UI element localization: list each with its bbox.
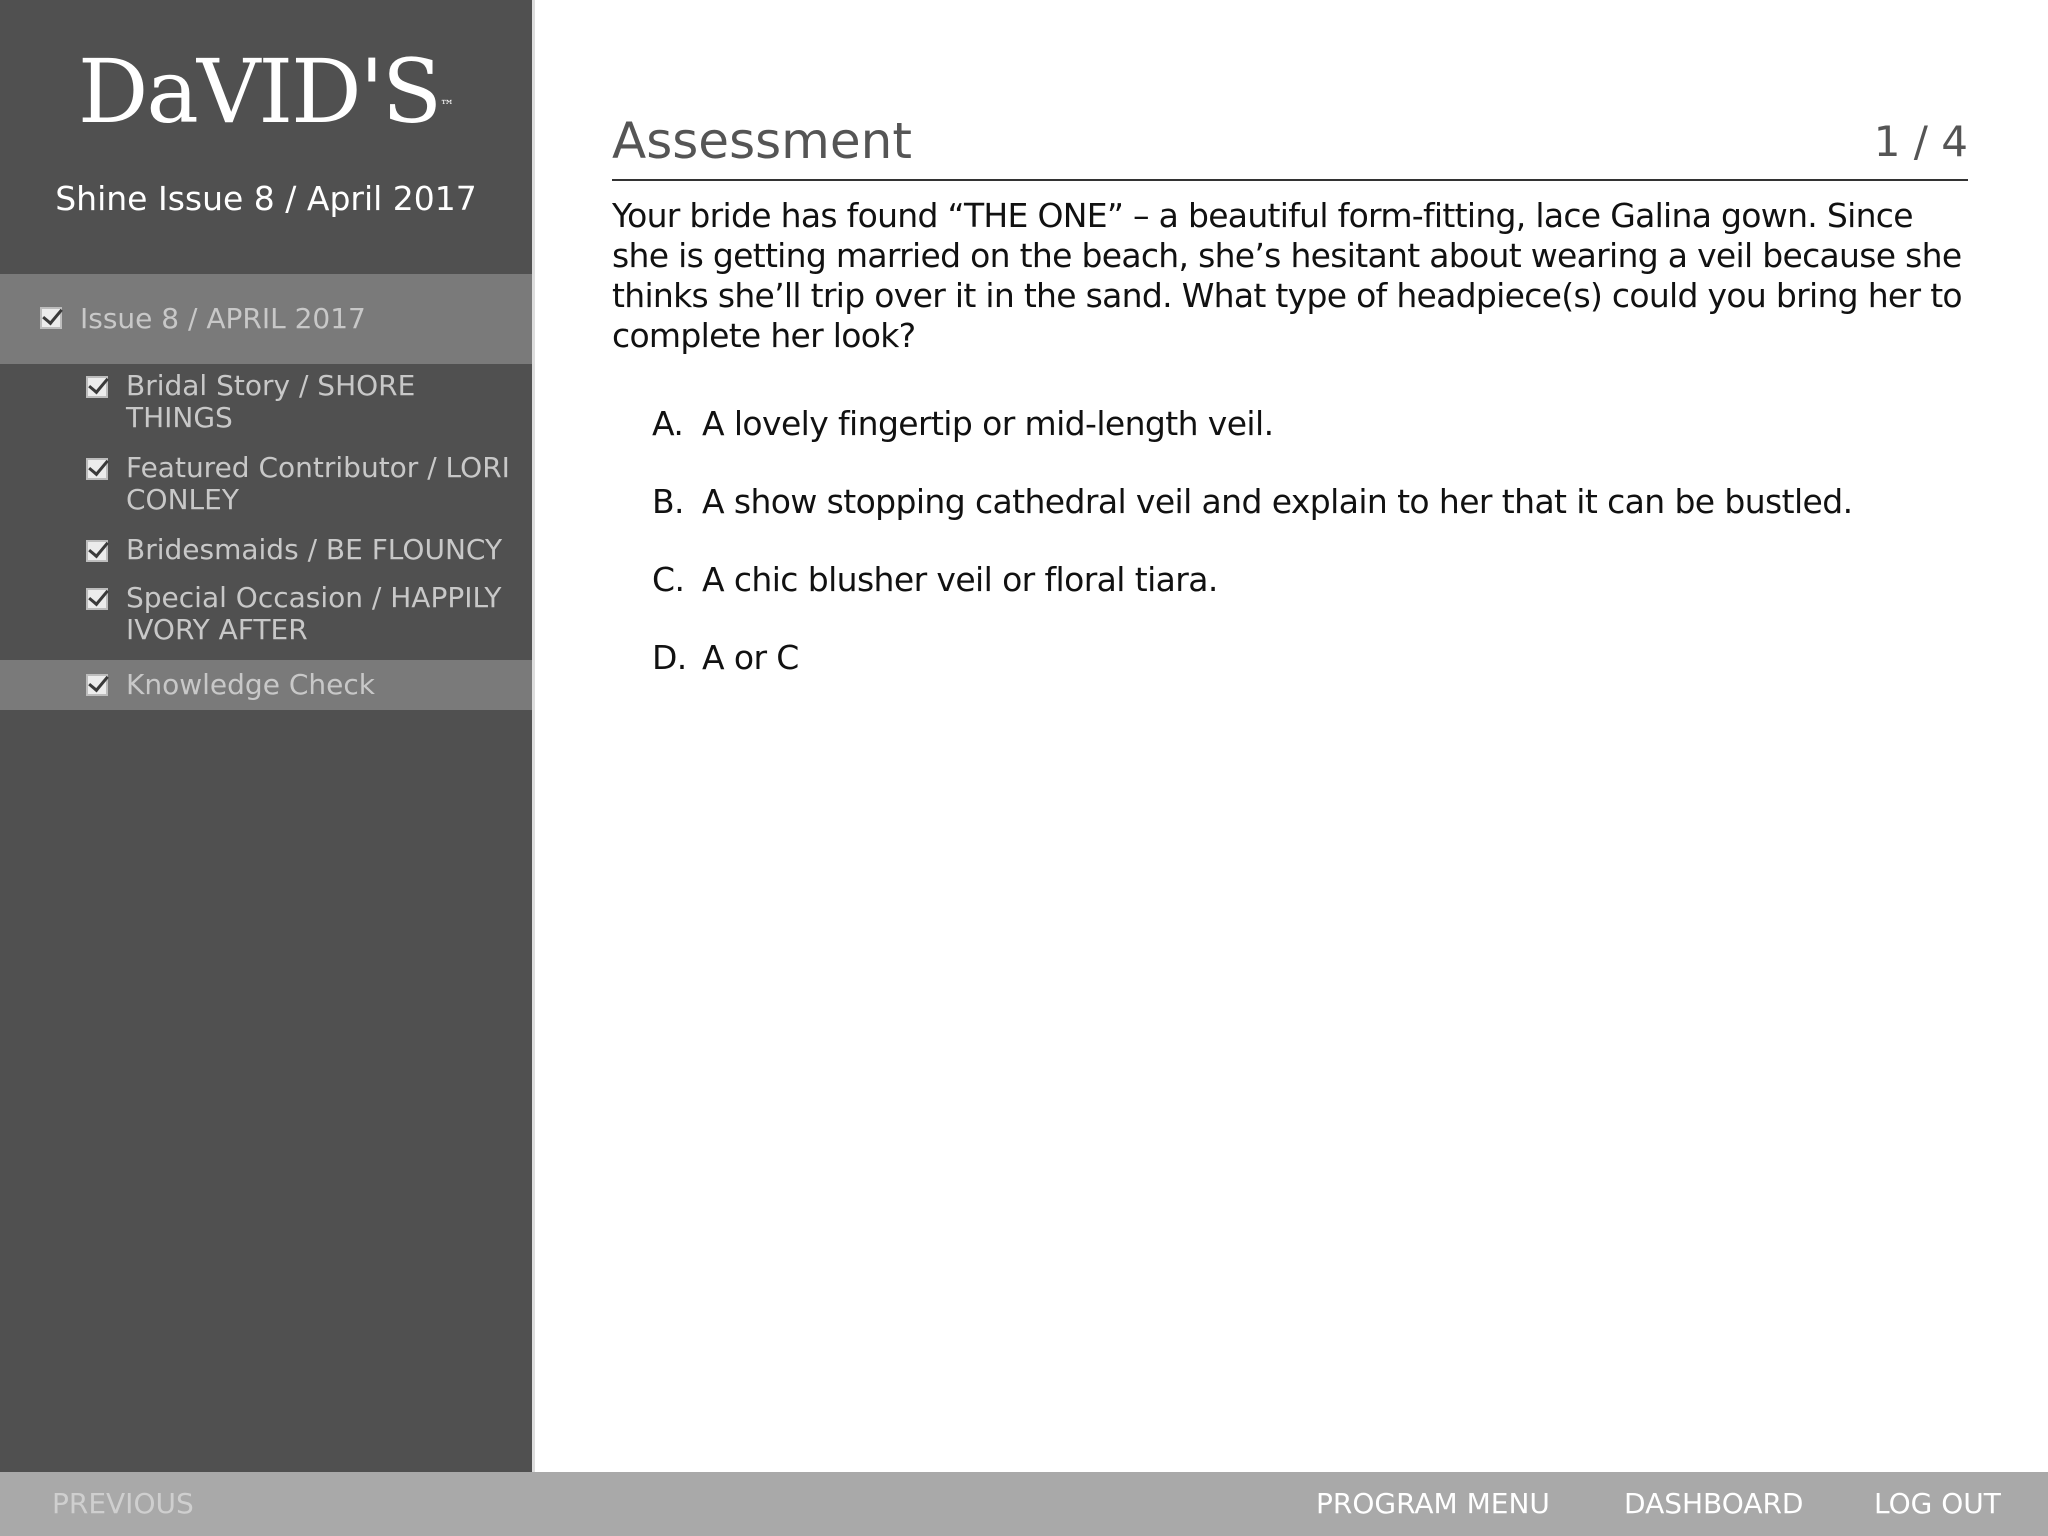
sidebar-item-knowledge-check[interactable]: Knowledge Check (0, 660, 532, 710)
sidebar-divider (532, 0, 535, 1472)
course-title: Shine Issue 8 / April 2017 (55, 179, 477, 218)
question-text: Your bride has found “THE ONE” – a beaut… (612, 196, 1963, 355)
checkbox-checked-icon (86, 674, 108, 696)
checkbox-checked-icon (86, 376, 108, 398)
sidebar-item-featured-contributor[interactable]: Featured Contributor / LORI CONLEY (0, 448, 532, 526)
brand-logo: DaVID'S™ (77, 40, 455, 143)
answer-text: A or C (702, 638, 799, 677)
question-counter: 1 / 4 (1873, 117, 1968, 166)
sidebar-item-special-occasion[interactable]: Special Occasion / HAPPILY IVORY AFTER (0, 578, 532, 656)
sidebar-item-issue[interactable]: Issue 8 / APRIL 2017 (0, 274, 532, 364)
title-divider (612, 179, 1968, 181)
answer-letter: B. (652, 482, 685, 521)
footer-bar: PREVIOUS PROGRAM MENU DASHBOARD LOG OUT (0, 1472, 2048, 1536)
sidebar-item-bridesmaids[interactable]: Bridesmaids / BE FLOUNCY (0, 530, 532, 574)
program-menu-button[interactable]: PROGRAM MENU (1316, 1472, 1550, 1536)
sidebar-item-bridal-story[interactable]: Bridal Story / SHORE THINGS (0, 366, 532, 444)
page-title: Assessment (612, 112, 912, 170)
answer-text: A chic blusher veil or floral tiara. (702, 560, 1218, 599)
checkbox-checked-icon (86, 540, 108, 562)
checkbox-checked-icon (40, 307, 62, 329)
answer-text: A lovely fingertip or mid-length veil. (702, 404, 1274, 443)
answer-letter: C. (652, 560, 685, 599)
sidebar-item-label: Issue 8 / APRIL 2017 (80, 302, 366, 335)
sidebar: DaVID'S™ Shine Issue 8 / April 2017 Issu… (0, 0, 532, 1472)
sidebar-item-label: Bridal Story / SHORE THINGS (126, 369, 416, 434)
checkbox-checked-icon (86, 458, 108, 480)
answer-text: A show stopping cathedral veil and expla… (702, 482, 1853, 521)
trademark-symbol: ™ (440, 98, 455, 114)
sidebar-item-label: Special Occasion / HAPPILY IVORY AFTER (126, 581, 502, 646)
sidebar-item-label: Bridesmaids / BE FLOUNCY (126, 533, 503, 566)
answer-option-a[interactable]: A. A lovely fingertip or mid-length veil. (652, 402, 1982, 446)
app-window: DaVID'S™ Shine Issue 8 / April 2017 Issu… (0, 0, 2048, 1536)
dashboard-button[interactable]: DASHBOARD (1624, 1472, 1803, 1536)
answer-letter: D. (652, 638, 687, 677)
answer-option-c[interactable]: C. A chic blusher veil or floral tiara. (652, 558, 1982, 602)
answer-option-d[interactable]: D. A or C (652, 636, 1982, 680)
checkbox-checked-icon (86, 588, 108, 610)
previous-button[interactable]: PREVIOUS (52, 1472, 194, 1536)
logout-button[interactable]: LOG OUT (1874, 1472, 2001, 1536)
sidebar-item-label: Featured Contributor / LORI CONLEY (126, 451, 510, 516)
sidebar-item-label: Knowledge Check (126, 668, 375, 701)
answer-letter: A. (652, 404, 684, 443)
answer-option-b[interactable]: B. A show stopping cathedral veil and exp… (652, 480, 1982, 524)
